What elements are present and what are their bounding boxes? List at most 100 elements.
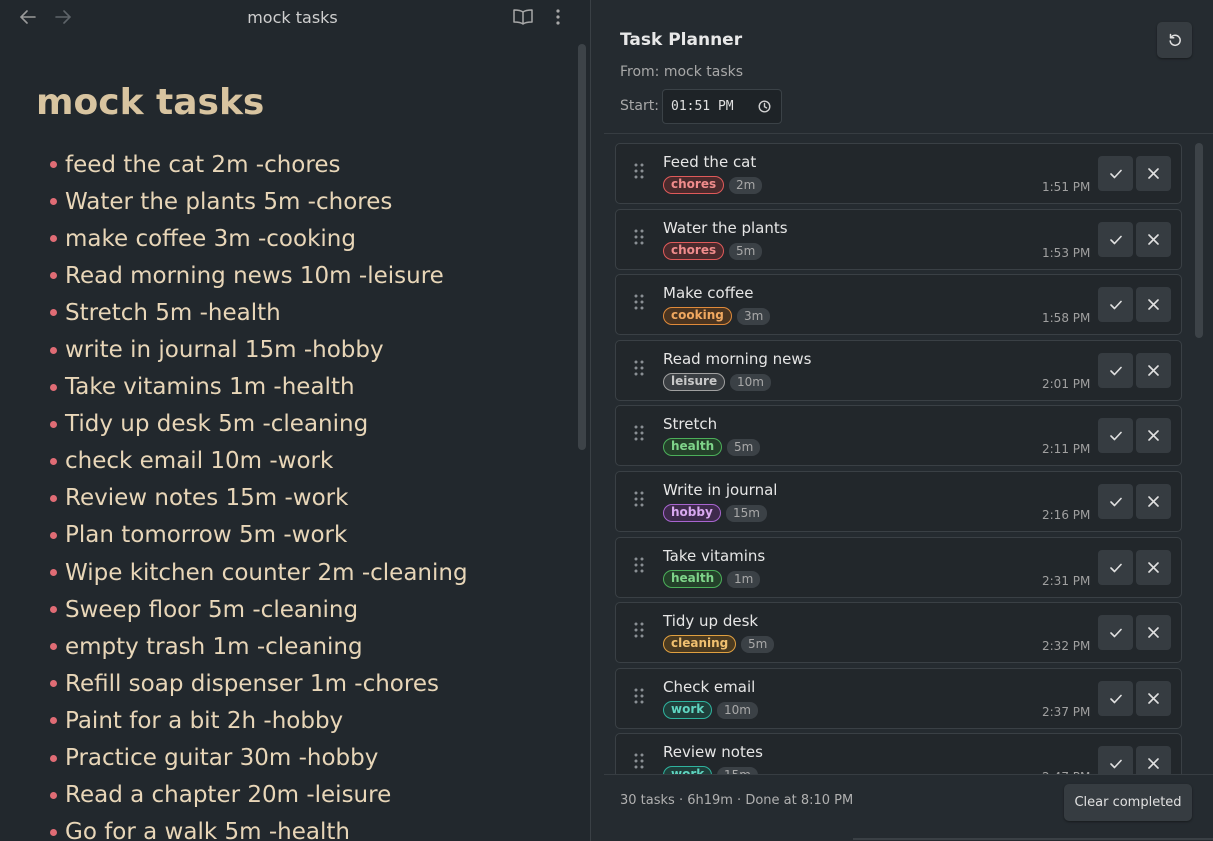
note-line[interactable]: feed the cat 2m -chores [50, 146, 468, 183]
task-duration: 3m [737, 308, 771, 326]
drag-handle-icon[interactable] [634, 622, 644, 642]
task-title: Water the plants [663, 218, 788, 237]
complete-task-button[interactable] [1098, 221, 1133, 257]
task-card[interactable]: Stretch health 5m 2:11 PM [615, 405, 1182, 467]
remove-task-button[interactable] [1136, 221, 1171, 257]
close-icon [1148, 689, 1159, 708]
more-vertical-icon [556, 9, 560, 25]
bullet-icon [50, 420, 57, 428]
note-line[interactable]: Practice guitar 30m -hobby [50, 740, 468, 777]
note-line[interactable]: Sweep floor 5m -cleaning [50, 591, 468, 628]
task-tag: work [663, 766, 713, 774]
task-title: Stretch [663, 415, 718, 434]
planner-title: Task Planner [620, 30, 743, 50]
complete-task-button[interactable] [1098, 418, 1133, 454]
note-line-text: make coffee 3m -cooking [65, 225, 356, 252]
task-duration: 15m [726, 505, 767, 522]
note-line[interactable]: Plan tomorrow 5m -work [50, 517, 468, 554]
note-line[interactable]: Go for a walk 5m -health [50, 814, 468, 841]
drag-handle-icon[interactable] [634, 360, 644, 380]
note-line-text: Sweep floor 5m -cleaning [65, 596, 359, 623]
check-icon [1109, 492, 1122, 511]
task-card[interactable]: Make coffee cooking 3m 1:58 PM [615, 274, 1182, 336]
task-duration: 10m [717, 701, 758, 719]
drag-handle-icon[interactable] [634, 229, 644, 249]
drag-handle-icon[interactable] [634, 491, 644, 511]
complete-task-button[interactable] [1098, 484, 1133, 519]
remove-task-button[interactable] [1136, 352, 1171, 388]
task-list-scrollbar[interactable] [1195, 143, 1203, 338]
remove-task-button[interactable] [1136, 287, 1171, 323]
task-title: Write in journal [663, 481, 778, 499]
complete-task-button[interactable] [1098, 352, 1133, 388]
drag-handle-icon[interactable] [634, 425, 644, 445]
reset-button[interactable] [1157, 22, 1192, 58]
task-tag: hobby [663, 504, 721, 522]
note-line[interactable]: Water the plants 5m -chores [50, 183, 468, 220]
complete-task-button[interactable] [1098, 156, 1133, 191]
bullet-icon [50, 346, 57, 354]
note-line[interactable]: Review notes 15m -work [50, 480, 468, 517]
task-title: Tidy up desk [663, 612, 759, 631]
note-line-text: Tidy up desk 5m -cleaning [65, 411, 369, 438]
note-line-text: Refill soap dispenser 1m -chores [65, 670, 439, 697]
clear-completed-button[interactable]: Clear completed [1064, 784, 1192, 821]
remove-task-button[interactable] [1136, 746, 1171, 774]
task-card[interactable]: Check email work 10m 2:37 PM [615, 667, 1182, 729]
remove-task-button[interactable] [1136, 484, 1171, 519]
task-card[interactable]: Feed the cat chores 2m 1:51 PM [615, 143, 1182, 204]
drag-handle-icon[interactable] [634, 294, 644, 314]
task-card[interactable]: Water the plants chores 5m 1:53 PM [615, 208, 1182, 270]
drag-handle-icon[interactable] [634, 557, 644, 577]
complete-task-button[interactable] [1098, 746, 1133, 774]
task-card[interactable]: Tidy up desk cleaning 5m 2:32 PM [615, 602, 1182, 664]
note-line[interactable]: Stretch 5m -health [50, 294, 468, 331]
start-time-value: 01:51 PM [671, 99, 734, 114]
task-card[interactable]: Read morning news leisure 10m 2:01 PM [615, 339, 1182, 401]
complete-task-button[interactable] [1098, 680, 1133, 716]
note-line[interactable]: make coffee 3m -cooking [50, 220, 468, 257]
note-line[interactable]: Wipe kitchen counter 2m -cleaning [50, 554, 468, 591]
bullet-icon [50, 791, 57, 799]
task-card[interactable]: Write in journal hobby 15m 2:16 PM [615, 471, 1182, 532]
task-summary: 30 tasks · 6h19m · Done at 8:10 PM [620, 793, 854, 808]
remove-task-button[interactable] [1136, 418, 1171, 454]
close-icon [1148, 164, 1159, 183]
complete-task-button[interactable] [1098, 549, 1133, 585]
note-line[interactable]: Refill soap dispenser 1m -chores [50, 665, 468, 702]
remove-task-button[interactable] [1136, 549, 1171, 585]
task-title: Check email [663, 677, 756, 696]
note-line-text: check email 10m -work [65, 448, 334, 475]
more-options-button[interactable] [547, 6, 569, 28]
task-card[interactable]: Take vitamins health 1m 2:31 PM [615, 536, 1182, 598]
note-line[interactable]: Tidy up desk 5m -cleaning [50, 406, 468, 443]
drag-handle-icon[interactable] [634, 688, 644, 708]
close-icon [1148, 623, 1159, 642]
check-icon [1109, 623, 1122, 642]
complete-task-button[interactable] [1098, 287, 1133, 323]
drag-handle-icon[interactable] [634, 753, 644, 773]
bullet-icon [50, 754, 57, 762]
remove-task-button[interactable] [1136, 615, 1171, 651]
reading-view-button[interactable] [511, 6, 535, 28]
note-title[interactable]: mock tasks [36, 82, 264, 123]
task-planner-pane: Task Planner From: mock tasks Start: 01:… [591, 0, 1213, 841]
drag-handle-icon[interactable] [634, 163, 644, 183]
remove-task-button[interactable] [1136, 156, 1171, 191]
note-line[interactable]: check email 10m -work [50, 443, 468, 480]
note-line[interactable]: write in journal 15m -hobby [50, 331, 468, 368]
footer-divider [604, 774, 1213, 775]
note-line[interactable]: Take vitamins 1m -health [50, 369, 468, 406]
task-card[interactable]: Review noteswork15m2:47 PM [615, 733, 1182, 774]
clock-icon[interactable] [758, 100, 771, 113]
note-line[interactable]: Read a chapter 20m -leisure [50, 777, 468, 814]
complete-task-button[interactable] [1098, 615, 1133, 651]
note-line[interactable]: Read morning news 10m -leisure [50, 257, 468, 294]
start-time-input[interactable]: 01:51 PM [662, 89, 782, 124]
note-line[interactable]: Paint for a bit 2h -hobby [50, 702, 468, 739]
note-line[interactable]: empty trash 1m -cleaning [50, 628, 468, 665]
note-tab-title[interactable]: mock tasks [0, 8, 585, 27]
note-task-list: feed the cat 2m -chores Water the plants … [50, 146, 468, 841]
editor-scrollbar[interactable] [578, 44, 586, 450]
remove-task-button[interactable] [1136, 680, 1171, 716]
